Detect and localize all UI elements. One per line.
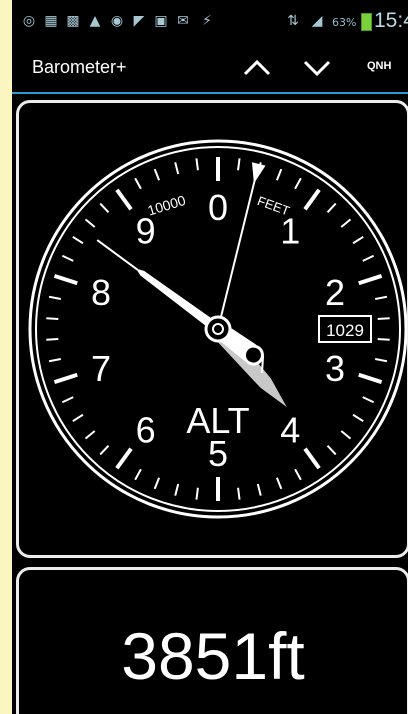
minor-tick [326, 444, 337, 456]
minor-tick [195, 487, 199, 500]
qnh-value: 1029 [326, 321, 364, 340]
dial-numeral-2: 2 [325, 272, 345, 313]
minor-tick [134, 177, 142, 190]
dial-numeral-6: 6 [136, 410, 156, 451]
minor-tick [153, 477, 161, 490]
minor-tick [362, 254, 375, 262]
clock: 15:46 [374, 9, 408, 32]
minor-tick [340, 218, 352, 228]
minor-tick [256, 483, 262, 496]
gps-icon: ◎ [22, 13, 36, 29]
minor-tick [72, 235, 84, 245]
major-tick [53, 273, 78, 286]
altimeter-dial: 0123456789 10000 FEET ALT 1029 [28, 139, 407, 519]
phone-screen: ◎ ▦ ▩ ▲ ◉ ◤ ▣ ✉ ⚡ ⇅ ◢ 63% 15:46 Baromete… [12, 0, 408, 714]
minor-tick [237, 158, 241, 171]
altitude-readout-panel: 3851ft [16, 567, 408, 714]
android-icon: ◉ [110, 13, 124, 29]
minor-tick [174, 483, 180, 496]
major-tick [358, 372, 383, 385]
major-tick [115, 188, 133, 211]
wifi-icon: ◤ [133, 13, 145, 29]
chevron-up-icon [243, 59, 271, 76]
minor-tick [134, 468, 142, 481]
dial-numeral-0: 0 [208, 187, 228, 228]
chevron-down-icon [303, 60, 331, 77]
label-alt: ALT [186, 400, 249, 441]
minor-tick [99, 444, 110, 456]
minor-tick [294, 177, 302, 190]
minor-tick [374, 357, 388, 363]
minor-tick [195, 158, 199, 171]
major-tick [53, 372, 78, 385]
minor-tick [84, 430, 96, 440]
minor-tick [174, 162, 180, 175]
minor-tick [362, 396, 375, 404]
mail-icon: ✉ [177, 13, 189, 29]
minor-tick [377, 338, 390, 341]
minor-tick [72, 413, 84, 423]
minor-tick [294, 468, 302, 481]
major-tick [358, 273, 383, 286]
minor-tick [84, 218, 96, 228]
minor-tick [46, 317, 59, 320]
major-tick [303, 188, 321, 211]
navigation-icon: ▲ [89, 13, 101, 29]
battery-icon [361, 13, 372, 31]
minor-tick [48, 357, 62, 363]
minor-tick [352, 235, 364, 245]
minor-tick [61, 396, 74, 404]
usb-icon: ⚡ [202, 13, 212, 29]
battery-percent: 63% [332, 16, 357, 29]
minor-tick [352, 413, 364, 423]
minor-tick [153, 168, 161, 181]
status-bar: ◎ ▦ ▩ ▲ ◉ ◤ ▣ ✉ ⚡ ⇅ ◢ 63% 15:46 [12, 0, 408, 42]
gallery-icon: ▣ [154, 13, 168, 29]
data-icon: ⇅ [287, 13, 299, 29]
dial-numeral-4: 4 [280, 410, 300, 451]
altitude-readout: 3851ft [121, 619, 305, 693]
hundreds-hand [96, 239, 264, 366]
minor-tick [275, 168, 283, 181]
label-10000: 10000 [146, 192, 188, 219]
action-bar: Barometer+ QNH [12, 42, 408, 94]
minor-tick [340, 430, 352, 440]
dial-numeral-3: 3 [325, 348, 345, 389]
minor-tick [377, 317, 390, 320]
message-icon: ▩ [66, 13, 80, 29]
signal-icon: ◢ [311, 13, 323, 29]
qnh-window[interactable]: 1029 [318, 315, 372, 343]
app-title: Barometer+ [32, 57, 127, 77]
minor-tick [48, 295, 62, 301]
minor-tick [326, 202, 337, 214]
calendar-icon: ▦ [44, 13, 58, 29]
minor-tick [61, 254, 74, 262]
major-tick [115, 447, 133, 470]
qnh-button[interactable]: QNH [367, 60, 391, 72]
minor-tick [275, 477, 283, 490]
label-feet: FEET [255, 193, 291, 218]
up-button[interactable] [237, 48, 277, 88]
altimeter-gauge-panel: 0123456789 10000 FEET ALT 1029 [16, 100, 408, 558]
major-tick [303, 447, 321, 470]
minor-tick [99, 202, 110, 214]
down-button[interactable] [297, 48, 337, 88]
minor-tick [237, 487, 241, 500]
dial-numeral-8: 8 [91, 272, 111, 313]
minor-tick [46, 338, 59, 341]
dial-numeral-7: 7 [91, 348, 111, 389]
minor-tick [374, 295, 388, 301]
